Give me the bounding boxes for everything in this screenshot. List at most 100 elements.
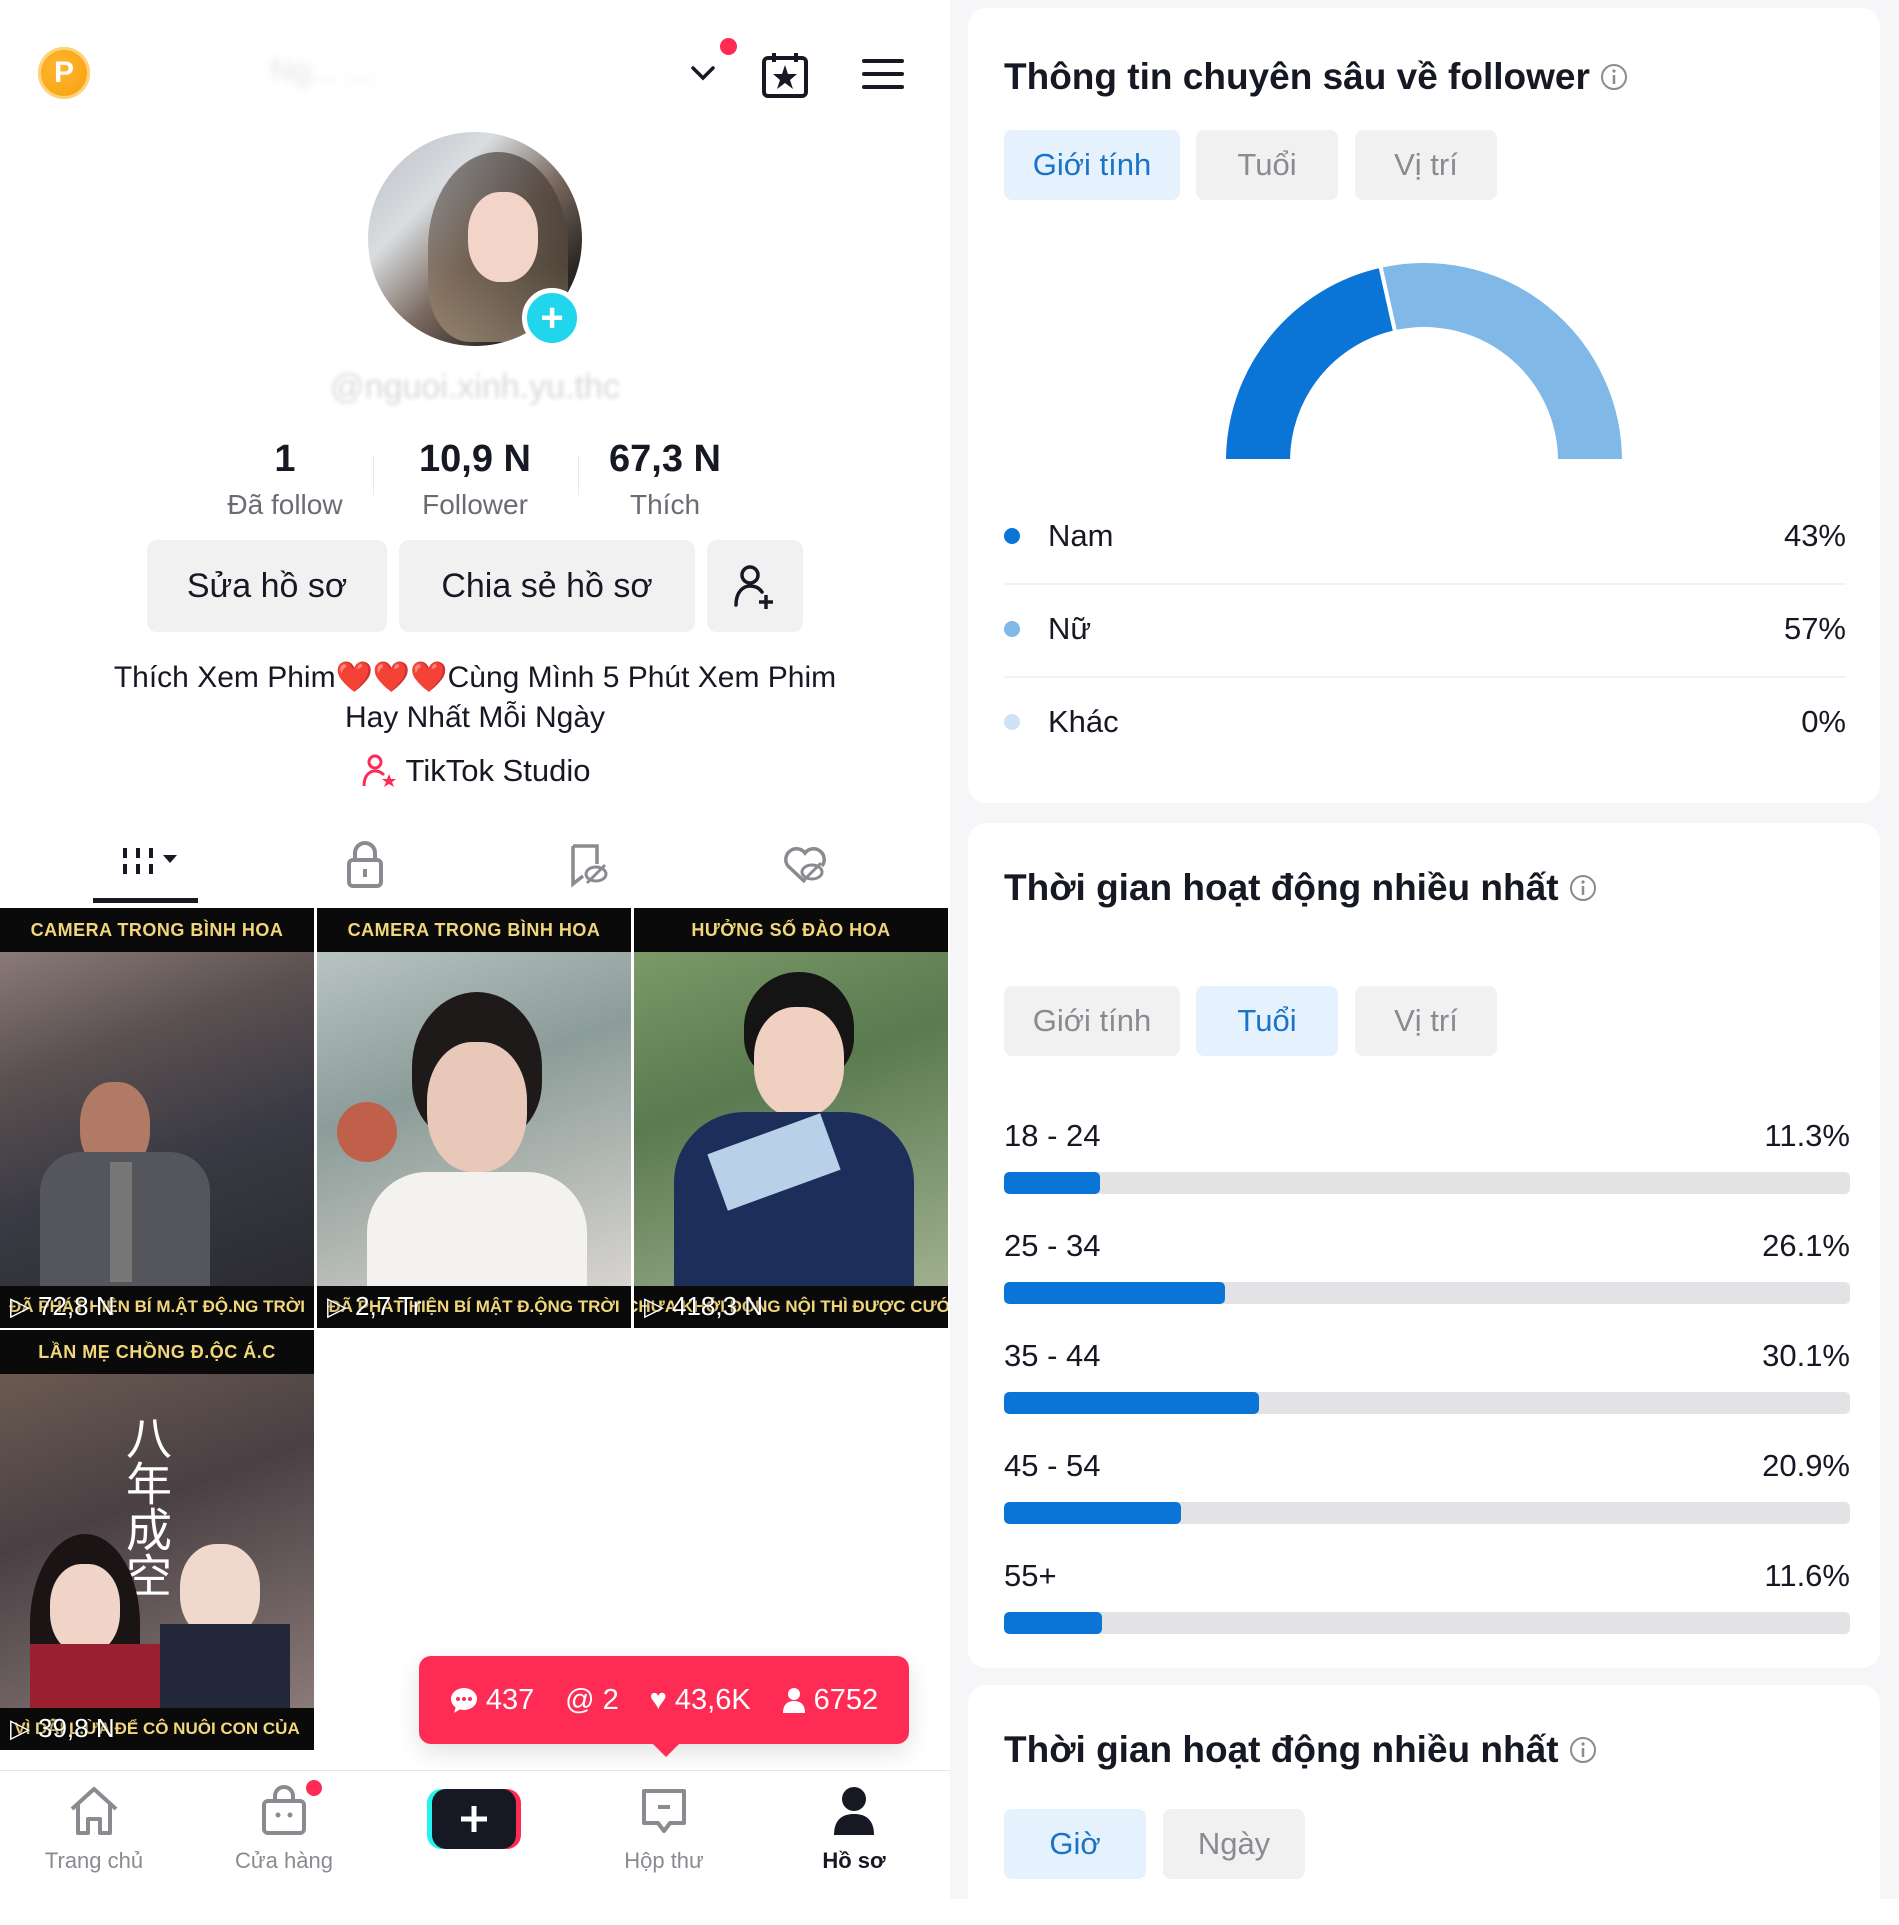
data-label: 20.9% <box>1762 1448 1850 1483</box>
inbox-icon <box>642 1789 686 1833</box>
nav-profile[interactable]: Hồ sơ <box>774 1785 934 1874</box>
tab-private[interactable] <box>315 830 415 900</box>
tab-videos[interactable] <box>95 830 195 900</box>
tiktok-studio-link[interactable]: TikTok Studio <box>0 752 950 790</box>
bar <box>1004 1392 1259 1414</box>
heart-icon: ♥ <box>649 1683 667 1716</box>
video-title-top: LẦN MẸ CHỒNG Đ.ỘC Á.C <box>0 1330 314 1374</box>
calendar-star-icon[interactable] <box>760 50 810 100</box>
segment-age[interactable]: Tuổi <box>1196 130 1338 200</box>
nav-label: Hộp thư <box>624 1848 704 1873</box>
info-icon[interactable] <box>1600 63 1628 91</box>
lock-icon <box>347 841 383 888</box>
tick-label: 25 - 34 <box>1004 1228 1101 1263</box>
nav-label: Hồ sơ <box>822 1848 886 1873</box>
active-time-age-card: Thời gian hoạt động nhiều nhất Giới tính… <box>968 823 1880 1668</box>
info-icon[interactable] <box>1569 1736 1597 1764</box>
bio-line: Hay Nhất Mỗi Ngày <box>344 701 606 734</box>
segment-location[interactable]: Vị trí <box>1355 986 1497 1056</box>
account-switcher[interactable]: Ng... ... <box>270 52 670 92</box>
legend-dot <box>1004 714 1020 730</box>
bar <box>1004 1612 1103 1634</box>
segment-location[interactable]: Vị trí <box>1355 130 1497 200</box>
age-bar-row: 25 - 34 26.1% <box>1004 1228 1850 1304</box>
chevron-down-icon[interactable] <box>688 58 718 88</box>
bar-track <box>1004 1392 1850 1414</box>
segment-age[interactable]: Tuổi <box>1196 986 1338 1056</box>
activity-notification-bubble[interactable]: 437 @ 2 ♥ 43,6K 6752 <box>419 1656 909 1744</box>
create-button[interactable] <box>427 1789 521 1849</box>
bio-line: Thích Xem Phim❤️❤️❤️Cùng Mình 5 Phút Xem… <box>113 661 837 694</box>
video-tile[interactable]: LẦN MẸ CHỒNG Đ.ỘC Á.C 八年成空 VÌ DÃ̉I L.ỪA … <box>0 1330 314 1750</box>
edit-profile-button[interactable]: Sửa hồ sơ <box>147 540 387 632</box>
legend-label: Nữ <box>1048 611 1092 646</box>
profile-stats: 1 Đã follow 10,9 N Follower 67,3 N Thích <box>200 438 750 521</box>
stat-label: Thích <box>629 489 701 520</box>
video-tile[interactable]: CAMERA TRONG BÌNH HOA ĐÃ PHÁT HIỆN BÍ M.… <box>0 908 314 1328</box>
follower-insights-card: Thông tin chuyên sâu về follower Giới tí… <box>968 8 1880 803</box>
divider <box>373 455 374 495</box>
stat-label: Đã follow <box>227 489 343 520</box>
tab-liked[interactable] <box>755 830 855 900</box>
play-icon: ▷ <box>644 1291 664 1321</box>
video-thumbnail <box>634 952 948 1292</box>
notification-dot <box>306 1780 322 1796</box>
active-time-hour-card: Thời gian hoạt động nhiều nhất Giờ Ngày <box>968 1685 1880 1925</box>
grid-icon <box>123 848 177 874</box>
legend-dot <box>1004 528 1020 544</box>
stat-value: 67,3 N <box>609 438 721 480</box>
nav-home[interactable]: Trang chủ <box>14 1785 174 1874</box>
card-title: Thời gian hoạt động nhiều nhất <box>1004 867 1597 909</box>
segment-gender[interactable]: Giới tính <box>1004 130 1180 200</box>
bar-track <box>1004 1282 1850 1304</box>
stat-label: Follower <box>422 489 528 520</box>
notification-dot <box>720 38 737 55</box>
share-profile-button[interactable]: Chia sẻ hồ sơ <box>399 540 695 632</box>
stat-value: 10,9 N <box>419 438 531 480</box>
shop-icon <box>262 1785 306 1835</box>
video-tile[interactable]: HƯỞNG SỐ ĐÀO HOA CHƯA KHỞI ĐỘNG NỘI THÌ … <box>634 908 948 1328</box>
stat-likes[interactable]: 67,3 N Thích <box>580 438 750 521</box>
age-bar-row: 35 - 44 30.1% <box>1004 1338 1850 1414</box>
tick-label: 55+ <box>1004 1558 1057 1593</box>
nav-label: Cửa hàng <box>235 1848 333 1873</box>
view-count: ▷ 418,3 N <box>644 1291 764 1321</box>
segment-gender[interactable]: Giới tính <box>1004 986 1180 1056</box>
mentions-count: @ 2 <box>565 1683 619 1716</box>
add-avatar-button[interactable]: + <box>522 288 582 348</box>
add-user-icon <box>734 565 773 609</box>
age-bar-row: 18 - 24 11.3% <box>1004 1118 1850 1194</box>
video-tile[interactable]: CAMERA TRONG BÌNH HOA ĐÃ PHÁT HIỆN BÍ MẬ… <box>317 908 631 1328</box>
person-icon <box>782 1688 805 1713</box>
tick-label: 18 - 24 <box>1004 1118 1101 1153</box>
username: @nguoi.xinh.yu.thc <box>330 368 620 406</box>
likes-count: ♥ 43,6K <box>649 1683 751 1716</box>
tick-label: 45 - 54 <box>1004 1448 1101 1483</box>
nav-inbox[interactable]: Hộp thư <box>584 1785 744 1874</box>
bar-track <box>1004 1612 1850 1634</box>
tab-saved[interactable] <box>538 830 638 900</box>
studio-label: TikTok Studio <box>405 753 591 788</box>
info-icon[interactable] <box>1569 874 1597 902</box>
bookmark-hidden-icon <box>571 844 608 888</box>
bar <box>1004 1502 1181 1524</box>
coin-icon[interactable]: P <box>38 47 90 99</box>
stat-followers[interactable]: 10,9 N Follower <box>390 438 560 521</box>
bar-track <box>1004 1502 1850 1524</box>
studio-icon <box>362 754 396 787</box>
profile-screen: P Ng... ... + @nguoi.xinh.yu.thc 1 Đã fo… <box>0 0 950 1899</box>
heart-hidden-icon <box>784 847 826 884</box>
nav-label: Trang chủ <box>44 1848 144 1873</box>
stat-value: 1 <box>274 438 296 480</box>
add-friend-button[interactable] <box>707 540 803 632</box>
segment-hour[interactable]: Giờ <box>1004 1809 1146 1879</box>
comment-icon <box>450 1688 477 1713</box>
stat-following[interactable]: 1 Đã follow <box>200 438 370 521</box>
bar <box>1004 1282 1225 1304</box>
divider <box>578 455 579 495</box>
nav-shop[interactable]: Cửa hàng <box>204 1785 364 1874</box>
donut-slice-nữ <box>1377 259 1627 463</box>
segment-day[interactable]: Ngày <box>1163 1809 1305 1879</box>
video-title-top: CAMERA TRONG BÌNH HOA <box>0 908 314 952</box>
menu-icon[interactable] <box>860 56 906 92</box>
